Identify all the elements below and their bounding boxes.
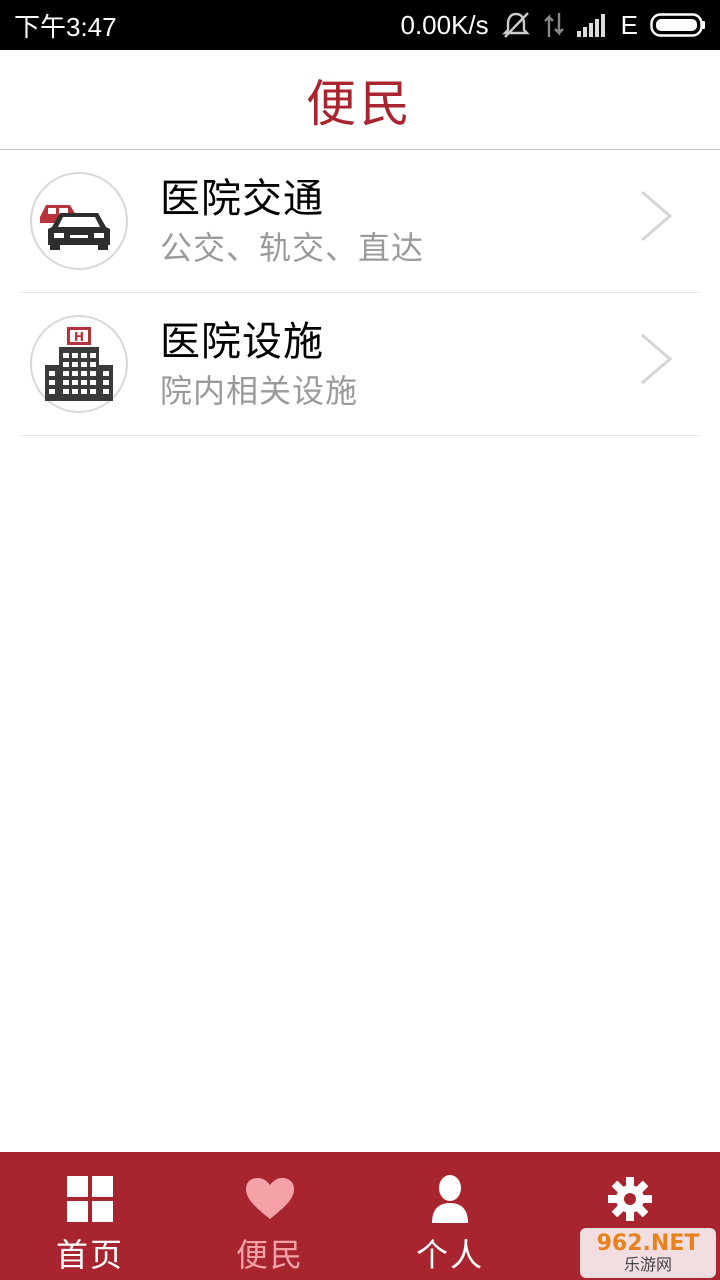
tab-label: 便民 [235,1236,304,1274]
tab-personal[interactable]: 个人 [360,1152,540,1280]
list-item-texts: 医院交通 公交、轨交、直达 [160,172,424,270]
heart-icon [245,1174,295,1224]
signal-icon [576,13,609,37]
network-type: E [620,9,638,40]
page-title: 便民 [306,74,414,133]
chevron-right-icon [638,188,674,248]
status-time: 下午3:47 [14,11,117,42]
tab-label: 个人 [415,1236,484,1274]
list-item-hospital-facilities[interactable]: H 医院设施 院内相关设施 [20,293,700,436]
list-item-title: 医院交通 [160,176,324,222]
list-item-texts: 医院设施 院内相关设施 [160,315,358,413]
car-icon [30,172,128,270]
list-item-subtitle: 公交、轨交、直达 [160,229,425,267]
list-item-title: 医院设施 [160,319,324,365]
battery-icon [650,12,706,38]
list-item-hospital-transport[interactable]: 医院交通 公交、轨交、直达 [20,150,700,293]
service-list: 医院交通 公交、轨交、直达 H 医院设施 院内相关设施 [20,150,700,436]
grid-icon [67,1174,113,1224]
title-bar: 便民 [0,50,720,150]
gear-icon [607,1174,653,1224]
tab-home[interactable]: 首页 [0,1152,180,1280]
watermark-top: 962.NET [596,1231,700,1256]
watermark-bottom: 乐游网 [623,1255,672,1274]
status-bar: 下午3:47 0.00K/s E [0,0,720,50]
alarm-off-icon [501,10,531,40]
tab-convenience[interactable]: 便民 [180,1152,360,1280]
watermark-logo: 962.NET 乐游网 [580,1228,716,1278]
data-arrows-icon [543,11,565,39]
tab-label: 首页 [55,1236,124,1274]
svg-text:H: H [74,330,84,344]
chevron-right-icon [638,331,674,391]
net-speed: 0.00K/s [400,9,489,40]
hospital-building-icon: H [30,315,128,413]
status-right: 0.00K/s E [400,10,706,41]
list-item-subtitle: 院内相关设施 [160,372,359,410]
person-icon [430,1174,470,1224]
